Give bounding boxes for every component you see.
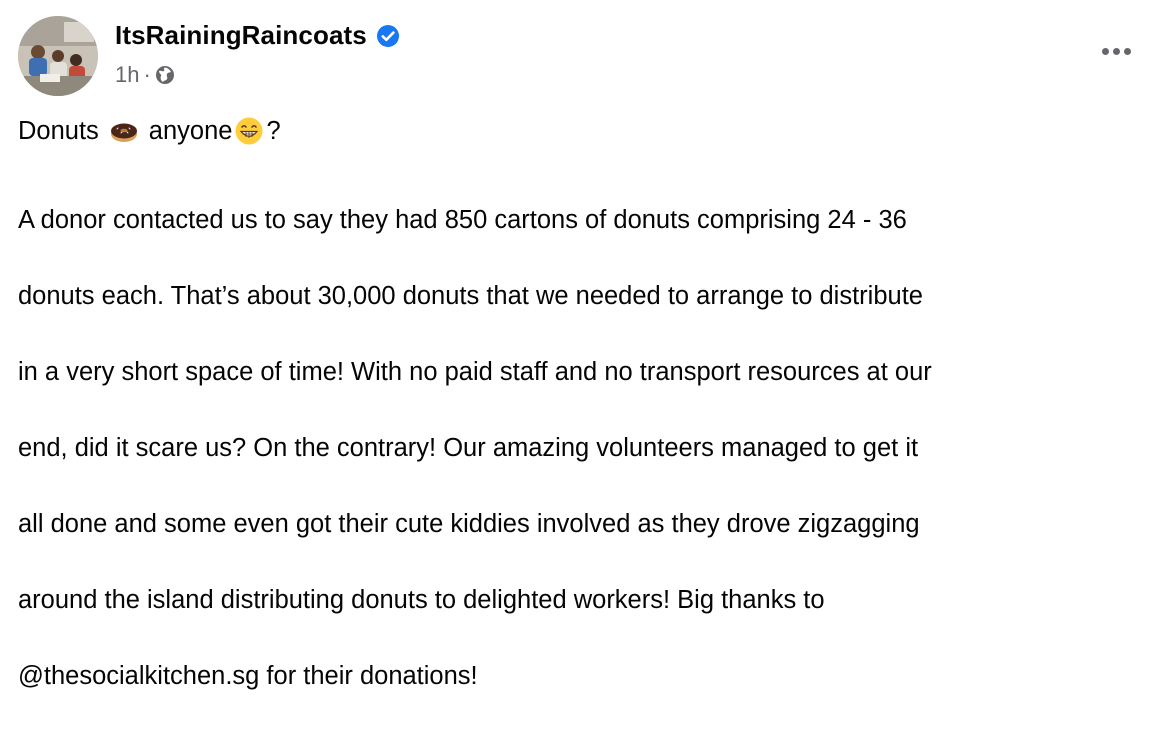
meta-separator: ·: [143, 62, 151, 87]
post-headline: Donuts anyone ?: [18, 112, 1148, 150]
grinning-face-emoji-icon: [234, 116, 264, 146]
headline-text-end: ?: [266, 117, 281, 145]
post-header: ItsRainingRaincoats 1h ·: [18, 16, 1144, 98]
post-timestamp[interactable]: 1h: [115, 62, 139, 88]
author-name[interactable]: ItsRainingRaincoats: [115, 20, 367, 51]
more-options-icon: [1123, 47, 1131, 55]
post-body: Donuts anyone ? A donor contacted us to …: [18, 112, 1148, 733]
post-text-line: in a very short space of time! With no p…: [18, 358, 932, 386]
post-text-line: A donor contacted us to say they had 850…: [18, 206, 907, 234]
post-text-line: end, did it scare us? On the contrary! O…: [18, 434, 919, 462]
headline-text-start: Donuts: [18, 117, 99, 145]
author-avatar[interactable]: [18, 16, 98, 96]
post-text-line: all done and some even got their cute ki…: [18, 510, 920, 538]
post-text-line: donuts each. That’s about 30,000 donuts …: [18, 282, 923, 310]
verified-badge-icon: [376, 24, 400, 48]
globe-icon[interactable]: [155, 65, 175, 85]
headline-text-middle: anyone: [148, 117, 233, 145]
post-text-line-mention[interactable]: @thesocialkitchen.sg for their donations…: [18, 657, 1148, 695]
donut-emoji-icon: [109, 116, 139, 146]
post-text: A donor contacted us to say they had 850…: [18, 163, 1148, 733]
post-meta: 1h ·: [115, 62, 175, 88]
more-options-button[interactable]: [1096, 36, 1136, 66]
more-options-icon: [1101, 47, 1109, 55]
post-text-line: around the island distributing donuts to…: [18, 586, 825, 614]
author-row: ItsRainingRaincoats: [115, 20, 400, 51]
more-options-icon: [1112, 47, 1120, 55]
